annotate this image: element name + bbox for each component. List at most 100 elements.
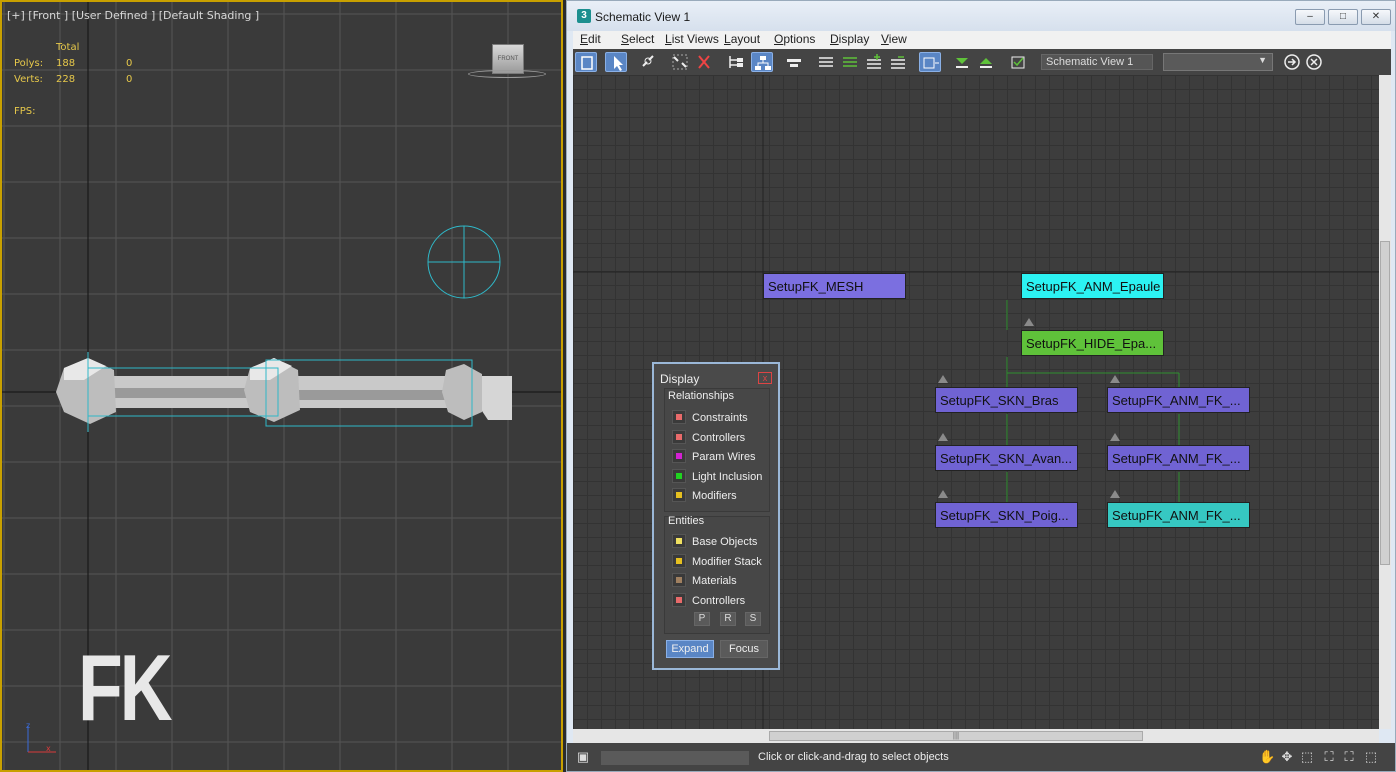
rotation-button[interactable]: R — [720, 612, 736, 626]
toggle-materials[interactable]: Materials — [672, 573, 737, 587]
materials-checkbox[interactable] — [672, 573, 686, 587]
node-setupfk-hide-epaule[interactable]: SetupFK_HIDE_Epa... — [1021, 330, 1164, 356]
vertical-scroll-thumb[interactable] — [1380, 241, 1390, 565]
unlink-selected-icon[interactable] — [669, 52, 691, 72]
node-setupfk-skn-poignet[interactable]: SetupFK_SKN_Poig... — [935, 502, 1078, 528]
expand-button[interactable]: Expand — [666, 640, 714, 658]
fk-overlay-text: FK — [78, 635, 173, 740]
stats-polys-label: Polys: — [14, 58, 44, 69]
pan-icon[interactable]: ✥ — [1279, 749, 1295, 765]
vertical-scrollbar[interactable] — [1379, 75, 1391, 729]
align-top-icon[interactable] — [839, 52, 861, 72]
menu-list-views[interactable]: List Views — [665, 32, 719, 46]
toggle-modifier-stack[interactable]: Modifier Stack — [672, 554, 762, 568]
modifiers-checkbox[interactable] — [672, 488, 686, 502]
node-setupfk-skn-bras[interactable]: SetupFK_SKN_Bras — [935, 387, 1078, 413]
hide-icon[interactable] — [783, 52, 805, 72]
zoom-region-icon[interactable]: ⬚ — [1363, 749, 1379, 765]
base-objects-label: Base Objects — [692, 536, 758, 548]
collapse-triangle-icon[interactable] — [1024, 318, 1034, 326]
node-setupfk-anm-fk-3[interactable]: SetupFK_ANM_FK_... — [1107, 502, 1250, 528]
node-setupfk-mesh[interactable]: SetupFK_MESH — [763, 273, 906, 299]
sync-selection-icon[interactable] — [1007, 52, 1029, 72]
constraints-checkbox[interactable] — [672, 410, 686, 424]
menu-select[interactable]: Select — [621, 32, 654, 46]
align-left-icon[interactable] — [815, 52, 837, 72]
front-viewport[interactable]: [+] [Front ] [User Defined ] [Default Sh… — [0, 0, 563, 772]
collapse-icon[interactable] — [951, 52, 973, 72]
node-setupfk-anm-fk-2[interactable]: SetupFK_ANM_FK_... — [1107, 445, 1250, 471]
toggle-param-wires[interactable]: Param Wires — [672, 449, 756, 463]
zoom-extents-icon[interactable]: ⛶ — [1321, 749, 1337, 765]
controllers-checkbox[interactable] — [672, 430, 686, 444]
collapse-triangle-icon[interactable] — [938, 433, 948, 441]
scale-button[interactable]: S — [745, 612, 761, 626]
toggle-modifiers[interactable]: Modifiers — [672, 488, 737, 502]
collapse-triangle-icon[interactable] — [1110, 375, 1120, 383]
horizontal-scroll-thumb[interactable]: ||| — [769, 731, 1143, 741]
circle-helper — [427, 225, 501, 299]
node-setupfk-skn-avant-bras[interactable]: SetupFK_SKN_Avan... — [935, 445, 1078, 471]
status-input[interactable] — [601, 751, 749, 765]
zoom-extents-selected-icon[interactable]: ⛶ — [1341, 749, 1357, 765]
menu-edit[interactable]: Edit — [580, 32, 601, 46]
entities-heading: Entities — [668, 515, 705, 527]
toggle-constraints[interactable]: Constraints — [672, 410, 748, 424]
references-mode-icon[interactable] — [751, 52, 773, 72]
app-icon: 3 — [577, 9, 591, 23]
chevron-down-icon: ▼ — [1258, 55, 1267, 65]
collapse-triangle-icon[interactable] — [938, 490, 948, 498]
base-objects-checkbox[interactable] — [672, 534, 686, 548]
toggle-light-inclusion[interactable]: Light Inclusion — [672, 469, 762, 483]
relationships-heading: Relationships — [668, 390, 735, 402]
menu-display[interactable]: Display — [830, 32, 869, 46]
horizontal-scrollbar[interactable]: ||| — [573, 729, 1379, 743]
node-setupfk-anm-epaule[interactable]: SetupFK_ANM_Epaule — [1021, 273, 1164, 299]
region-select-icon[interactable]: ⬚ — [1299, 749, 1315, 765]
node-setupfk-anm-fk-1[interactable]: SetupFK_ANM_FK_... — [1107, 387, 1250, 413]
light-inclusion-checkbox[interactable] — [672, 469, 686, 483]
collapse-triangle-icon[interactable] — [1110, 433, 1120, 441]
schematic-status-icon: ▣ — [576, 749, 590, 764]
pan-hand-icon[interactable]: ✋ — [1259, 749, 1275, 765]
view-name-field[interactable]: Schematic View 1 — [1041, 54, 1153, 70]
select-icon[interactable] — [605, 52, 627, 72]
toggle-entity-controllers[interactable]: Controllers — [672, 593, 745, 607]
position-button[interactable]: P — [694, 612, 710, 626]
menu-layout[interactable]: Layout — [724, 32, 760, 46]
viewcube-ring[interactable] — [468, 70, 546, 78]
entity-controllers-checkbox[interactable] — [672, 593, 686, 607]
modifier-stack-checkbox[interactable] — [672, 554, 686, 568]
maximize-button[interactable]: □ — [1328, 9, 1358, 25]
connect-icon[interactable] — [637, 52, 659, 72]
toggle-base-objects[interactable]: Base Objects — [672, 534, 757, 548]
preferences-icon[interactable] — [919, 52, 941, 72]
title-bar[interactable]: 3 Schematic View 1 – □ ✕ — [567, 1, 1395, 31]
insert-below-icon[interactable] — [887, 52, 909, 72]
axis-gizmo-icon: z x — [26, 721, 56, 753]
focus-button[interactable]: Focus — [720, 640, 768, 658]
axis-z-label: z — [26, 721, 30, 730]
param-wires-checkbox[interactable] — [672, 449, 686, 463]
minimize-button[interactable]: – — [1295, 9, 1325, 25]
viewport-label[interactable]: [+] [Front ] [User Defined ] [Default Sh… — [7, 9, 259, 22]
menu-options[interactable]: Options — [774, 32, 815, 46]
stats-fps-label: FPS: — [14, 106, 36, 117]
status-bar: ▣ Click or click-and-drag to select obje… — [567, 743, 1395, 771]
hierarchy-mode-icon[interactable] — [725, 52, 747, 72]
insert-above-icon[interactable] — [863, 52, 885, 72]
display-floater-panel[interactable]: Display x Relationships Constraints Cont… — [652, 362, 780, 670]
view-dropdown[interactable]: ▼ — [1163, 53, 1273, 71]
menu-view[interactable]: View — [881, 32, 907, 46]
close-button[interactable]: ✕ — [1361, 9, 1391, 25]
display-floater-icon[interactable] — [575, 52, 597, 72]
go-icon[interactable] — [1281, 52, 1303, 72]
collapse-triangle-icon[interactable] — [938, 375, 948, 383]
close-icon[interactable]: x — [758, 372, 772, 384]
delete-icon[interactable] — [693, 52, 715, 72]
collapse-triangle-icon[interactable] — [1110, 490, 1120, 498]
toggle-controllers[interactable]: Controllers — [672, 430, 745, 444]
clear-icon[interactable] — [1303, 52, 1325, 72]
expand-icon[interactable] — [975, 52, 997, 72]
controllers-label: Controllers — [692, 432, 746, 444]
